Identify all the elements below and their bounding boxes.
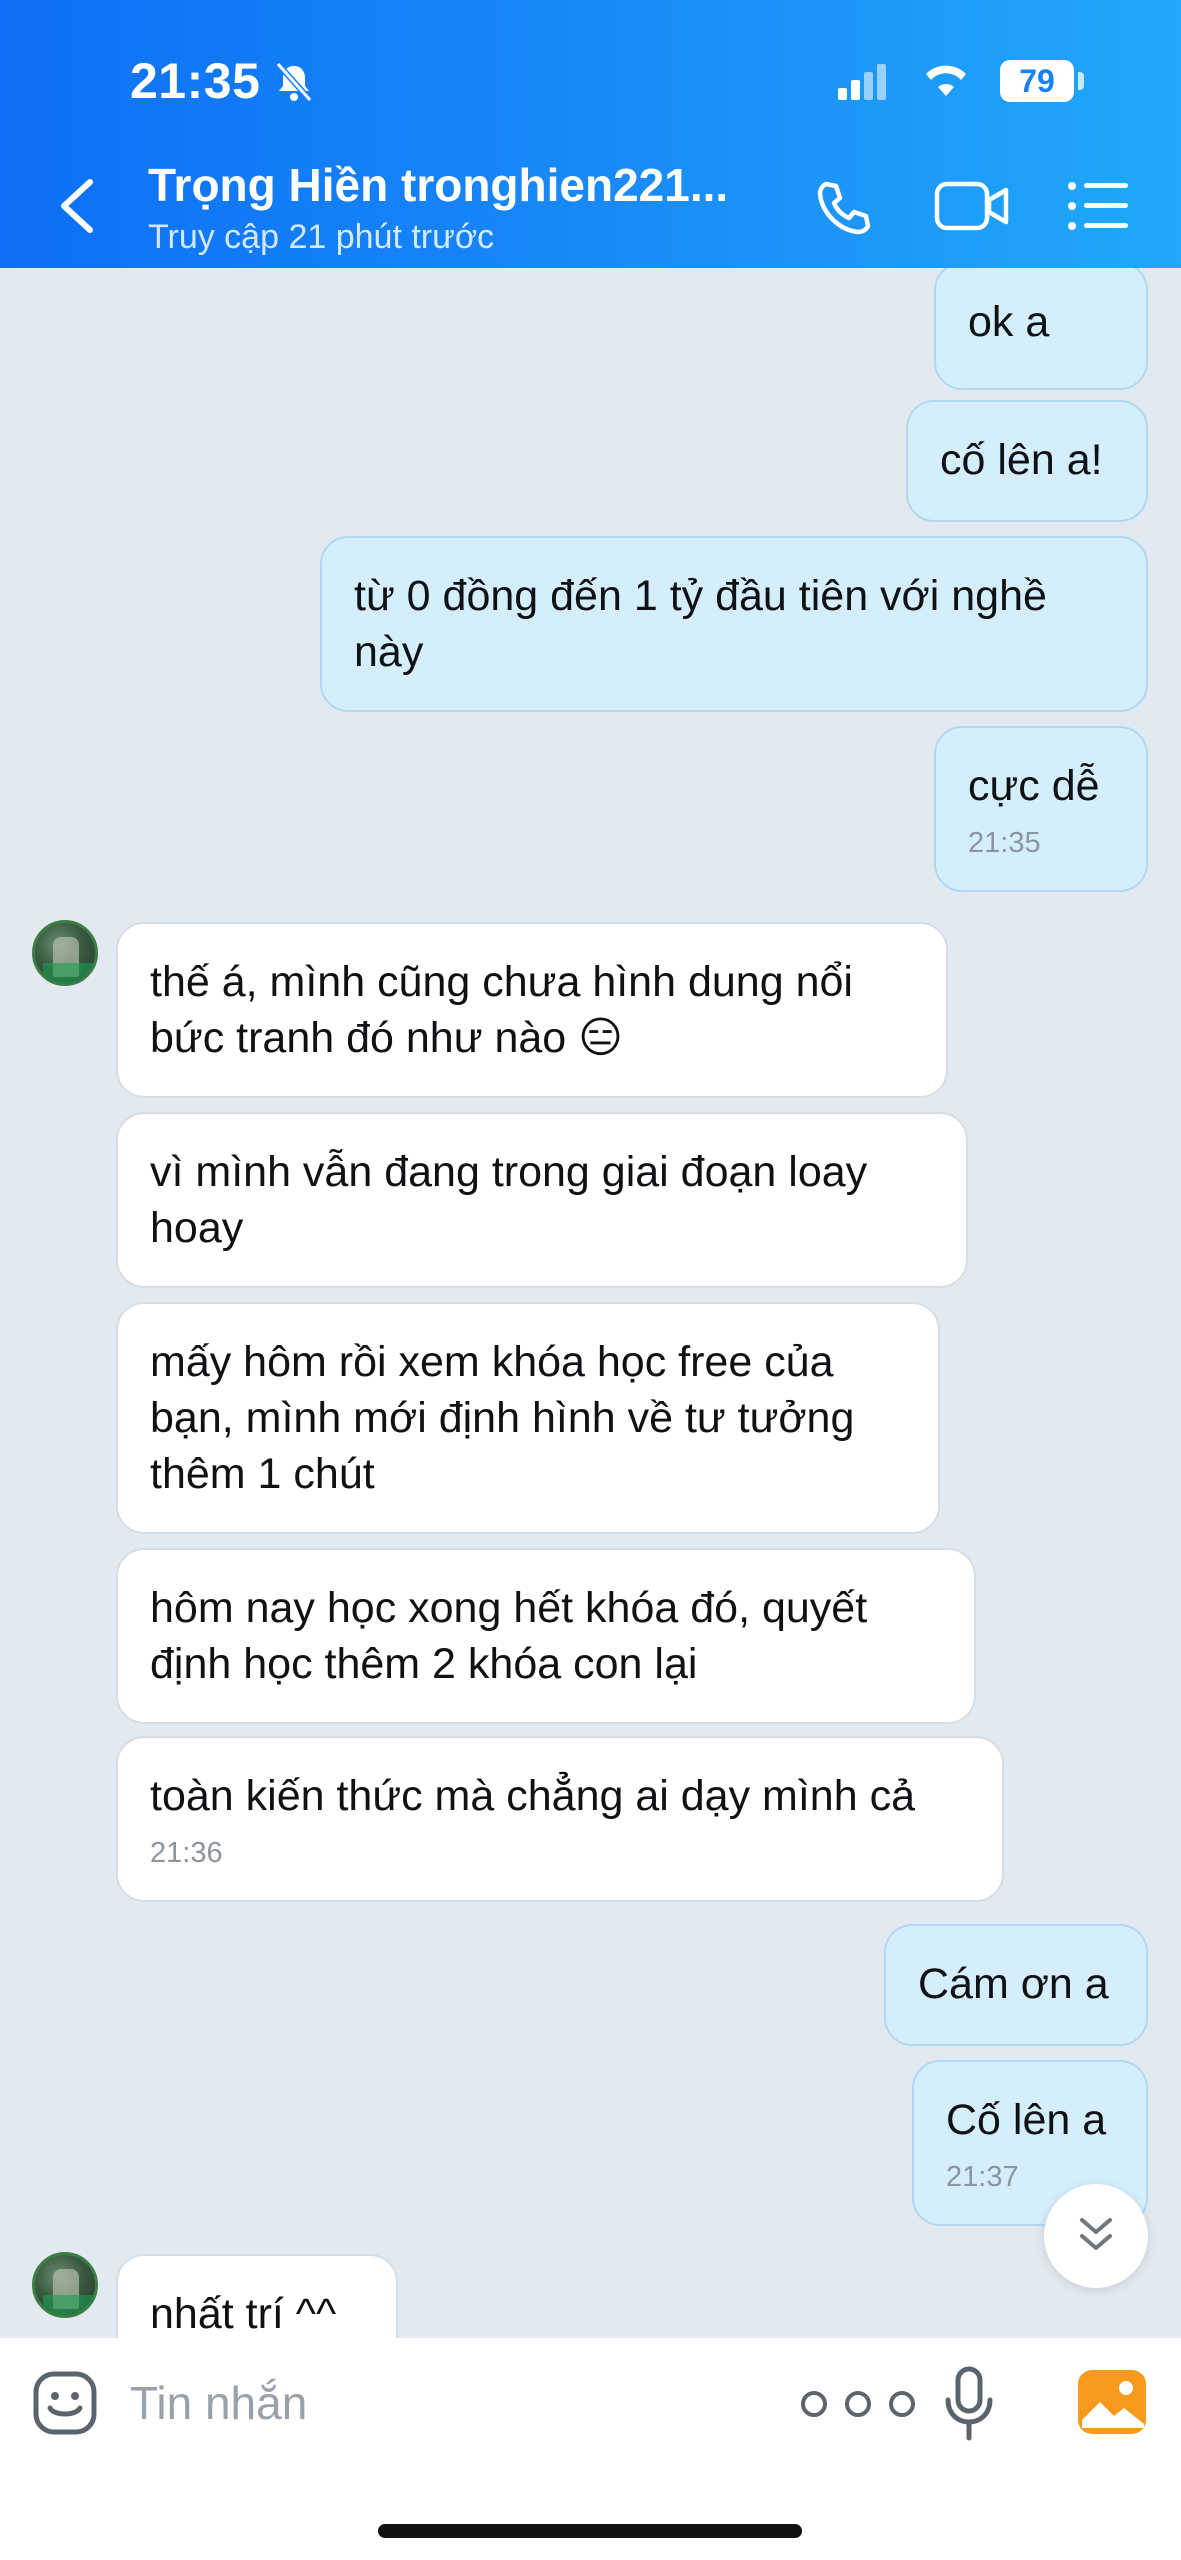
cellular-signal-icon — [838, 64, 886, 100]
contact-last-seen: Truy cập 21 phút trước — [148, 218, 495, 256]
message-timestamp: 21:35 — [968, 827, 1041, 859]
status-time: 21:35 — [130, 53, 261, 109]
bell-muted-icon — [275, 62, 313, 102]
microphone-icon[interactable] — [944, 2366, 994, 2442]
battery-level: 79 — [1000, 60, 1074, 102]
message-bubble-incoming[interactable]: nhất trí ^^ — [116, 2254, 398, 2338]
more-dots-icon[interactable] — [796, 2386, 920, 2422]
video-call-icon[interactable] — [934, 178, 1010, 234]
chevron-double-down-icon — [1080, 2218, 1112, 2250]
avatar[interactable] — [32, 920, 98, 986]
message-bubble-outgoing[interactable]: ok a — [934, 268, 1148, 390]
message-bubble-incoming[interactable]: toàn kiến thức mà chẳng ai dạy mình cả 2… — [116, 1736, 1004, 1902]
wifi-icon — [926, 65, 966, 96]
image-gallery-icon[interactable] — [1076, 2368, 1148, 2436]
message-text: mấy hôm rồi xem khóa học free của bạn, m… — [150, 1338, 855, 1498]
menu-list-icon[interactable] — [1066, 178, 1130, 234]
message-bubble-outgoing[interactable]: cố lên a! — [906, 400, 1148, 522]
home-indicator — [378, 2524, 802, 2538]
message-text: từ 0 đồng đến 1 tỷ đầu tiên với nghề này — [354, 572, 1047, 676]
message-text: cực dễ — [968, 762, 1100, 810]
message-list[interactable]: ok a cố lên a! từ 0 đồng đến 1 tỷ đầu ti… — [0, 268, 1181, 2338]
message-timestamp: 21:36 — [150, 1837, 223, 1869]
message-text: Cố lên a — [946, 2096, 1107, 2144]
message-text: cố lên a! — [940, 436, 1103, 484]
message-bubble-incoming[interactable]: thế á, mình cũng chưa hình dung nổi bức … — [116, 922, 948, 1098]
phone-icon[interactable] — [814, 178, 874, 238]
message-bubble-incoming[interactable]: vì mình vẫn đang trong giai đoạn loay ho… — [116, 1112, 968, 1288]
message-bubble-incoming[interactable]: mấy hôm rồi xem khóa học free của bạn, m… — [116, 1302, 940, 1534]
back-icon[interactable] — [54, 176, 102, 236]
avatar[interactable] — [32, 2252, 98, 2318]
scroll-to-bottom-button[interactable] — [1044, 2184, 1148, 2288]
message-bubble-outgoing[interactable]: Cám ơn a — [884, 1924, 1148, 2046]
message-text: hôm nay học xong hết khóa đó, quyết định… — [150, 1584, 868, 1688]
chat-header: 21:35 79 Trọng Hiền tronghien221... Truy… — [0, 0, 1181, 268]
message-bubble-outgoing[interactable]: cực dễ 21:35 — [934, 726, 1148, 892]
battery-tip — [1078, 72, 1084, 90]
message-bubble-incoming[interactable]: hôm nay học xong hết khóa đó, quyết định… — [116, 1548, 976, 1724]
message-text: thế á, mình cũng chưa hình dung nổi bức … — [150, 958, 853, 1062]
message-text: ok a — [968, 298, 1050, 346]
emoji-icon[interactable] — [32, 2370, 98, 2436]
composer-bar — [0, 2338, 1181, 2560]
message-text: nhất trí ^^ — [150, 2290, 337, 2338]
contact-name[interactable]: Trọng Hiền tronghien221... — [148, 158, 758, 212]
message-text: vì mình vẫn đang trong giai đoạn loay ho… — [150, 1148, 868, 1252]
message-text: Cám ơn a — [918, 1960, 1109, 2008]
message-bubble-outgoing[interactable]: từ 0 đồng đến 1 tỷ đầu tiên với nghề này — [320, 536, 1148, 712]
message-input[interactable] — [130, 2368, 730, 2438]
message-text: toàn kiến thức mà chẳng ai dạy mình cả — [150, 1772, 915, 1820]
